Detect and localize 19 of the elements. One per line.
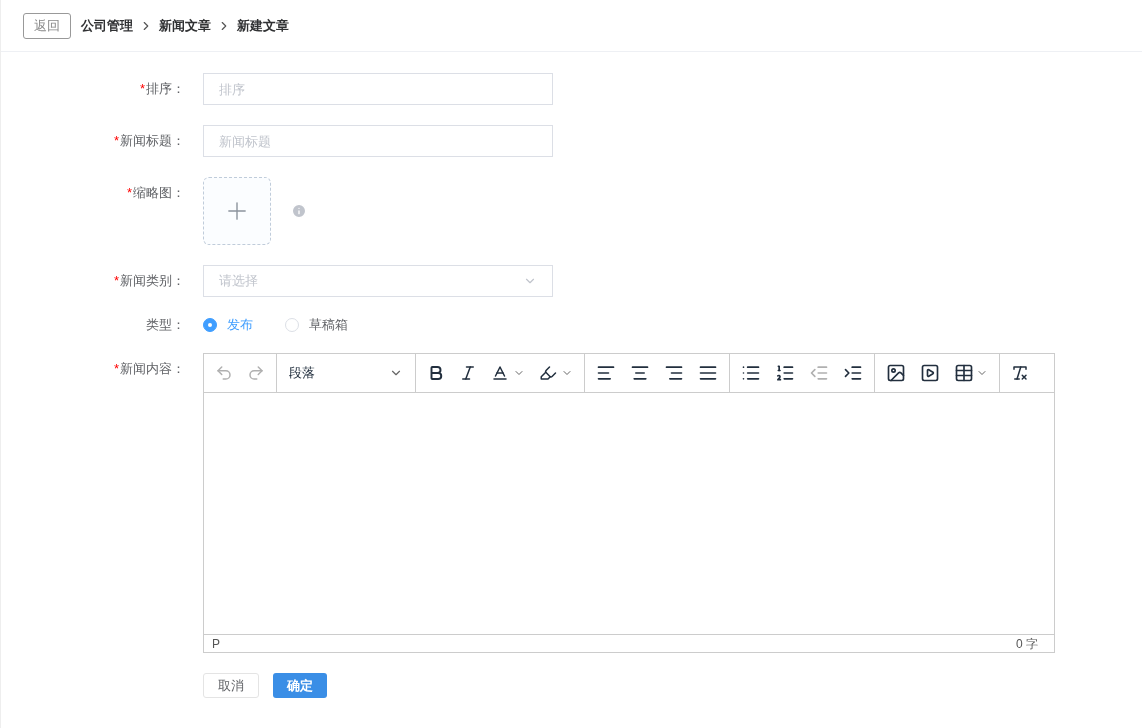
block-format-dropdown[interactable]: 段落 [277, 354, 416, 392]
breadcrumb-item[interactable]: 公司管理 [81, 15, 133, 36]
info-icon [291, 203, 307, 219]
field-label: *新闻内容： [113, 361, 185, 376]
breadcrumb-item: 新建文章 [237, 16, 289, 35]
text-input[interactable]: 新闻标题 [203, 125, 553, 157]
back-button[interactable]: 返回 [23, 12, 71, 39]
field-label: *新闻标题： [113, 133, 185, 148]
field-label: 类型： [146, 317, 185, 332]
text-input[interactable]: 排序 [203, 73, 553, 105]
cancel-button[interactable]: 取消 [203, 673, 259, 698]
field-label: *新闻类别： [113, 273, 185, 288]
radio-option[interactable]: 草稿箱 [285, 315, 348, 335]
field-label: *缩略图： [126, 185, 185, 200]
field-label: *排序： [139, 81, 185, 96]
breadcrumb-item[interactable]: 新闻文章 [159, 15, 211, 36]
confirm-button[interactable]: 确定 [273, 673, 327, 698]
element-path: P [212, 635, 220, 653]
word-count: 0 字 [1016, 635, 1038, 653]
